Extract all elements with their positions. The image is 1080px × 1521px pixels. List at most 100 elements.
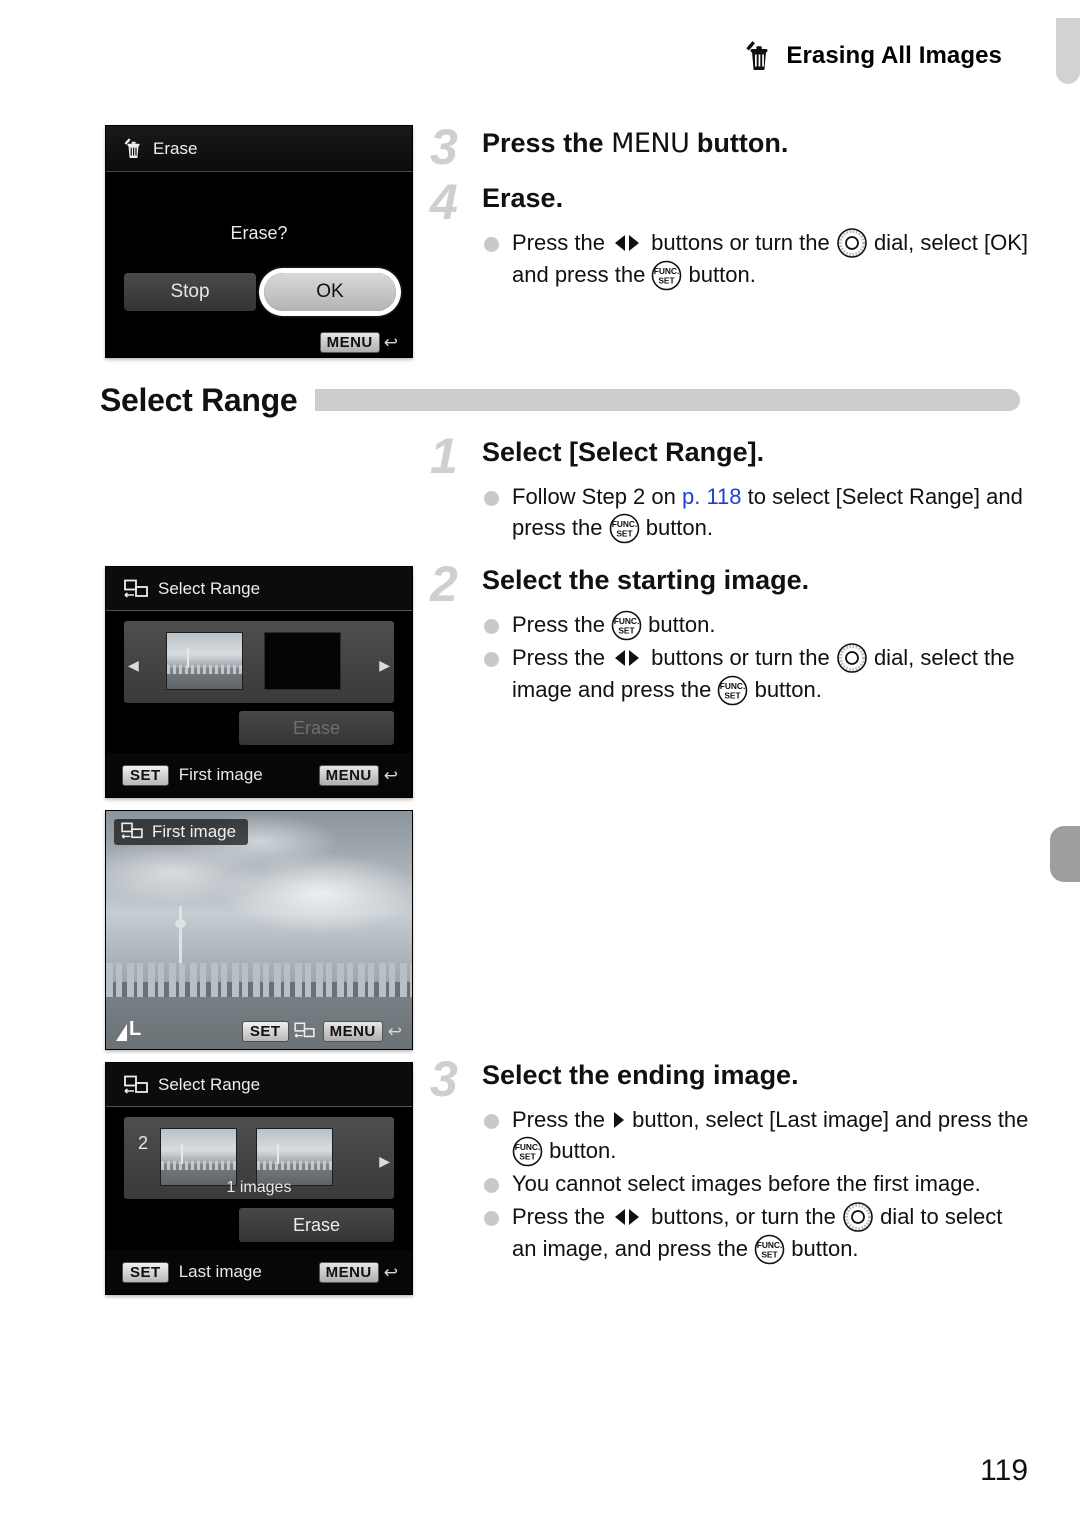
stop-button[interactable]: Stop	[124, 273, 256, 311]
left-arrow-icon: ◀	[128, 657, 139, 673]
camera-screenshot-first-image: First image L SET MENU ↩	[105, 810, 413, 1050]
return-arrow-icon: ↩	[387, 1022, 402, 1041]
func-set-button-icon: FUNC. SET	[651, 260, 682, 291]
section-title: Select Range	[100, 381, 298, 418]
svg-text:SET: SET	[762, 1249, 779, 1259]
camera-screenshot-select-range-filled: Select Range 2 ▶ 1 images Erase SET Last…	[105, 1062, 413, 1295]
step-title: Press the MENU button.	[482, 128, 1030, 159]
thumbnail-first[interactable]	[160, 1128, 237, 1186]
set-chip: SET	[122, 764, 169, 786]
page-reference-link[interactable]: p. 118	[682, 484, 742, 509]
set-chip: SET	[241, 1021, 289, 1042]
step-2-starting-image: 2 Select the starting image. Press the F…	[430, 559, 1030, 707]
range-thumbnail-panel: 2 ▶ 1 images	[124, 1117, 394, 1199]
select-range-icon	[293, 1022, 318, 1042]
step-title-suffix: button.	[689, 128, 789, 158]
page-title: Erasing All Images	[786, 42, 1002, 69]
screen-titlebar: Erase	[106, 126, 412, 172]
photo-preview	[106, 811, 412, 1049]
range-thumbnail-panel: ◀ ▶	[124, 621, 394, 703]
svg-text:FUNC.: FUNC.	[757, 1240, 783, 1250]
left-right-buttons-icon	[611, 1205, 645, 1227]
step-bullets: Press the button, select [Last image] an…	[482, 1104, 1030, 1265]
svg-text:SET: SET	[618, 626, 635, 636]
bullet-item: Press the FUNC. SET button.	[482, 609, 1030, 641]
step-bullets: Press the FUNC. SET button. Press the but…	[482, 609, 1030, 706]
quality-label: L	[129, 1018, 142, 1040]
bullet-item: Press the buttons or turn the dial, sele…	[482, 642, 1030, 706]
footer-label: First image	[178, 765, 263, 784]
svg-text:FUNC.: FUNC.	[611, 519, 637, 529]
bullet-item: Press the buttons or turn the dial, sele…	[482, 227, 1030, 291]
right-arrow-icon: ▶	[379, 1153, 390, 1169]
svg-text:SET: SET	[519, 1152, 536, 1162]
photo-footer-hints: SET MENU ↩	[241, 1021, 402, 1042]
thumbnail-last-empty[interactable]	[264, 632, 341, 690]
ok-button[interactable]: OK	[264, 273, 396, 311]
svg-text:FUNC.: FUNC.	[720, 681, 746, 691]
photo-tag: First image	[114, 819, 249, 845]
svg-text:FUNC.: FUNC.	[614, 616, 640, 626]
step-3-menu: 3 Press the MENU button.	[430, 122, 1030, 172]
step-title-prefix: Press the	[482, 128, 612, 158]
control-dial-icon	[836, 227, 868, 259]
screen-titlebar: Select Range	[106, 1063, 412, 1107]
chapter-tab-side	[1050, 826, 1080, 882]
quality-triangle-icon	[116, 1024, 127, 1041]
bullet-item: Follow Step 2 on p. 118 to select [Selec…	[482, 481, 1030, 544]
step-3-ending-image: 3 Select the ending image. Press the but…	[430, 1054, 1030, 1266]
step-title: Select the ending image.	[482, 1060, 799, 1090]
screen-footer: SET Last image MENU ↩	[106, 1250, 412, 1294]
select-range-icon	[121, 822, 145, 842]
range-index: 2	[138, 1133, 149, 1153]
control-dial-icon	[842, 1201, 874, 1233]
screen-title: Select Range	[158, 578, 261, 598]
section-heading: Select Range	[100, 378, 1020, 422]
svg-text:SET: SET	[659, 276, 676, 286]
range-count: 1 images	[226, 1179, 292, 1196]
return-arrow-icon: ↩	[383, 765, 398, 785]
select-range-icon	[124, 579, 148, 599]
chapter-tab-top	[1056, 18, 1080, 84]
bullet-item: Press the button, select [Last image] an…	[482, 1104, 1030, 1167]
screen-menu-hint: MENU ↩	[319, 332, 398, 353]
thumbnail-last[interactable]	[256, 1128, 333, 1186]
photo-tag-label: First image	[152, 822, 237, 841]
screen-menu-hint: MENU ↩	[318, 764, 398, 786]
menu-button-icon: MENU	[611, 128, 690, 159]
svg-text:SET: SET	[725, 691, 742, 701]
left-right-buttons-icon	[611, 646, 645, 668]
screen-title: Erase	[153, 138, 198, 158]
erase-button: Erase	[239, 711, 394, 745]
section-bar	[315, 389, 1020, 411]
step-number: 2	[430, 556, 458, 612]
thumbnail-first[interactable]	[166, 632, 243, 690]
svg-text:SET: SET	[616, 529, 633, 539]
step-title: Select the starting image.	[482, 565, 810, 595]
step-number: 1	[430, 428, 458, 484]
svg-text:FUNC.: FUNC.	[515, 1142, 541, 1152]
return-arrow-icon: ↩	[383, 1262, 398, 1282]
camera-screenshot-erase-confirm: Erase Erase? Stop OK MENU ↩	[105, 125, 413, 358]
right-arrow-icon: ▶	[379, 657, 390, 673]
trash-erase-icon	[124, 138, 143, 159]
step-bullets: Press the buttons or turn the dial, sele…	[482, 227, 1030, 291]
step-number: 3	[430, 1051, 458, 1107]
step-title: Erase.	[482, 183, 564, 213]
erase-button-row: Stop OK	[124, 273, 396, 311]
erase-button[interactable]: Erase	[239, 1208, 394, 1242]
step-1-select-range: 1 Select [Select Range]. Follow Step 2 o…	[430, 431, 1030, 545]
menu-chip: MENU	[318, 764, 379, 786]
footer-label: Last image	[178, 1262, 262, 1281]
func-set-button-icon: FUNC. SET	[512, 1136, 543, 1167]
set-chip: SET	[122, 1261, 169, 1283]
step-number: 4	[430, 174, 458, 230]
menu-chip: MENU	[318, 1261, 379, 1283]
svg-text:FUNC.: FUNC.	[654, 266, 680, 276]
screen-footer: SET First image MENU ↩	[106, 753, 412, 797]
func-set-button-icon: FUNC. SET	[754, 1234, 785, 1265]
func-set-button-icon: FUNC. SET	[717, 675, 748, 706]
image-quality-indicator: L	[116, 1018, 141, 1041]
right-button-icon	[611, 1108, 626, 1130]
page-header: Erasing All Images	[0, 40, 1080, 86]
